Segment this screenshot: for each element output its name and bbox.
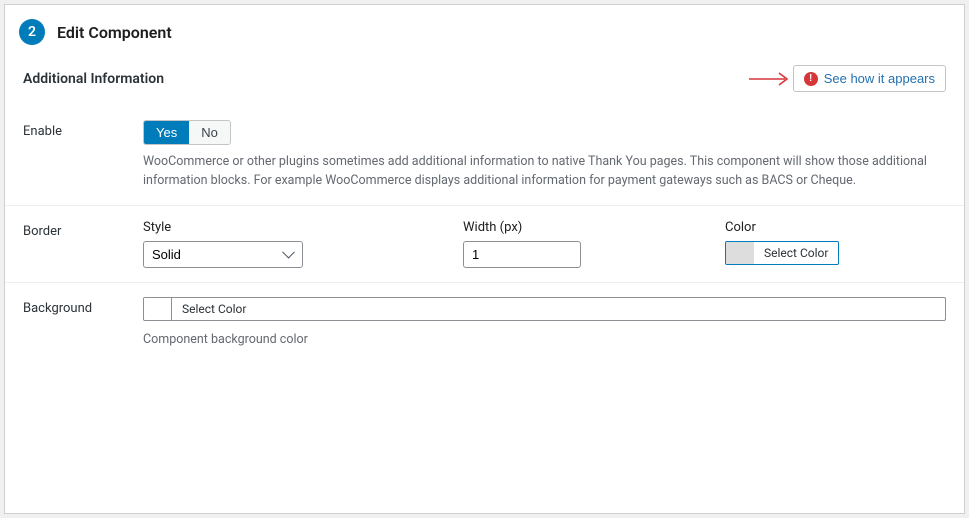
section-header: Additional Information ! See how it appe… — [5, 59, 964, 102]
border-style-select-wrap: Solid — [143, 241, 303, 268]
border-color-label: Color — [725, 220, 839, 235]
row-border: Border Style Solid Width (px) — [5, 205, 964, 282]
border-color-swatch — [726, 242, 754, 264]
border-color-group: Color Select Color — [725, 220, 839, 268]
panel-title: Edit Component — [57, 23, 172, 42]
border-color-picker-label: Select Color — [754, 242, 838, 264]
enable-yes-button[interactable]: Yes — [144, 121, 189, 144]
background-color-swatch — [144, 298, 172, 320]
border-style-group: Style Solid — [143, 220, 423, 268]
panel-header: 2 Edit Component — [5, 5, 964, 59]
background-label: Background — [23, 297, 143, 350]
border-width-label: Width (px) — [463, 220, 685, 235]
enable-help-text: WooCommerce or other plugins sometimes a… — [143, 153, 946, 191]
border-color-picker[interactable]: Select Color — [725, 241, 839, 265]
row-background: Background Select Color Component backgr… — [5, 282, 964, 364]
border-style-label: Style — [143, 220, 423, 235]
arrow-right-icon — [749, 72, 789, 86]
border-width-input[interactable] — [463, 241, 581, 268]
see-how-it-appears-button[interactable]: ! See how it appears — [793, 65, 946, 92]
step-badge: 2 — [19, 19, 45, 45]
enable-toggle: Yes No — [143, 120, 231, 145]
background-color-picker[interactable]: Select Color — [143, 297, 946, 321]
enable-label: Enable — [23, 120, 143, 191]
alert-icon: ! — [804, 72, 818, 86]
row-enable: Enable Yes No WooCommerce or other plugi… — [5, 106, 964, 205]
see-how-it-appears-label: See how it appears — [824, 71, 935, 86]
background-color-picker-label: Select Color — [172, 298, 256, 320]
border-label: Border — [23, 220, 143, 268]
form-area: Enable Yes No WooCommerce or other plugi… — [5, 102, 964, 363]
edit-component-panel: 2 Edit Component Additional Information … — [4, 4, 965, 514]
enable-no-button[interactable]: No — [189, 121, 230, 144]
border-style-select[interactable]: Solid — [143, 241, 303, 268]
section-title: Additional Information — [23, 71, 164, 87]
border-width-group: Width (px) — [463, 220, 685, 268]
background-help-text: Component background color — [143, 331, 946, 350]
